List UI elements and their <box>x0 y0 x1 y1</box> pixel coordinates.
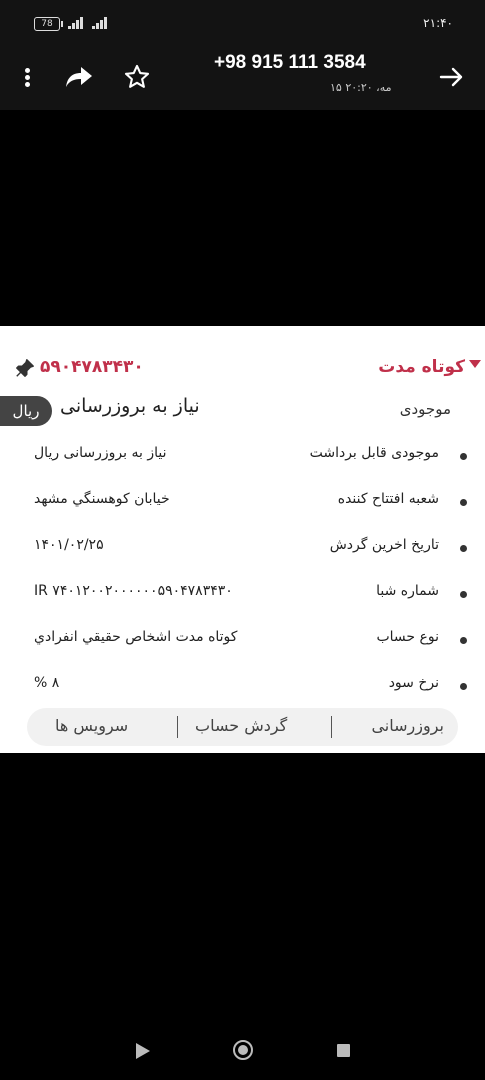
detail-row: تاریخ اخرین گردش ۱۴۰۱/۰۲/۲۵ <box>0 533 485 563</box>
detail-row: شعبه افتتاح کننده خيابان کوهسنگي مشهد <box>0 487 485 517</box>
action-tabs: بروزرسانی گردش حساب سرویس ها <box>27 708 458 746</box>
bullet-icon <box>460 637 467 644</box>
balance-label: موجودی <box>399 400 451 418</box>
star-outline-icon[interactable] <box>123 63 151 91</box>
account-type[interactable]: کوتاه مدت <box>378 357 465 377</box>
signal-icon <box>92 17 107 29</box>
bullet-icon <box>460 499 467 506</box>
detail-row: شماره شبا IR ۷۴۰۱۲۰۰۲۰۰۰۰۰۰۵۹۰۴۷۸۳۴۳۰ <box>0 579 485 609</box>
detail-row: موجودی قابل برداشت نیاز به بروزرسانی ریا… <box>0 441 485 471</box>
signal-icon <box>68 17 83 29</box>
arrow-back-icon[interactable] <box>436 62 466 92</box>
pin-icon[interactable] <box>14 357 36 379</box>
detail-row: نرخ سود % ۸ <box>0 671 485 701</box>
detail-value: خيابان کوهسنگي مشهد <box>34 491 170 507</box>
balance-value: نیاز به بروزرسانی <box>60 395 200 417</box>
detail-label: نرخ سود <box>388 675 439 691</box>
detail-value: کوتاه مدت اشخاص حقيقي انفرادي <box>34 629 238 645</box>
message-date-time: ۱۵ مه، ۲۰:۲۰ <box>330 81 392 94</box>
nav-back-icon[interactable] <box>136 1043 150 1059</box>
detail-label: تاریخ اخرین گردش <box>329 537 439 553</box>
nav-recents-icon[interactable] <box>337 1044 350 1057</box>
app-bar: +98 915 111 3584 ۱۵ مه، ۲۰:۲۰ <box>0 46 485 110</box>
status-bar: 78 ۲۱:۴۰ <box>0 0 485 46</box>
detail-value: IR ۷۴۰۱۲۰۰۲۰۰۰۰۰۰۵۹۰۴۷۸۳۴۳۰ <box>34 583 233 599</box>
status-time: ۲۱:۴۰ <box>423 16 453 30</box>
account-card: کوتاه مدت ۵۹۰۴۷۸۳۴۳۰ موجودی ریال نیاز به… <box>0 326 485 753</box>
tab-refresh[interactable]: بروزرسانی <box>371 716 444 735</box>
battery-icon: 78 <box>34 17 63 31</box>
detail-value: ۱۴۰۱/۰۲/۲۵ <box>34 537 104 553</box>
tab-services[interactable]: سرویس ها <box>55 716 128 735</box>
currency-badge: ریال <box>0 396 52 426</box>
divider <box>331 716 332 738</box>
nav-home-icon[interactable] <box>233 1040 253 1060</box>
detail-label: شعبه افتتاح کننده <box>337 491 439 507</box>
more-vert-icon[interactable] <box>20 66 34 90</box>
bullet-icon <box>460 453 467 460</box>
detail-value: % ۸ <box>34 675 60 691</box>
detail-label: شماره شبا <box>376 583 439 599</box>
detail-label: نوع حساب <box>376 629 439 645</box>
detail-value: نیاز به بروزرسانی ریال <box>34 445 167 461</box>
tab-account-turnover[interactable]: گردش حساب <box>195 716 287 735</box>
system-nav-bar <box>0 1020 485 1080</box>
forward-icon[interactable] <box>64 64 94 90</box>
caret-down-icon[interactable] <box>469 360 481 368</box>
battery-level: 78 <box>41 19 53 29</box>
detail-label: موجودی قابل برداشت <box>309 445 439 461</box>
bullet-icon <box>460 683 467 690</box>
account-number: ۵۹۰۴۷۸۳۴۳۰ <box>40 357 144 377</box>
bullet-icon <box>460 545 467 552</box>
detail-row: نوع حساب کوتاه مدت اشخاص حقيقي انفرادي <box>0 625 485 655</box>
divider <box>177 716 178 738</box>
contact-phone-number: +98 915 111 3584 <box>214 52 366 73</box>
bullet-icon <box>460 591 467 598</box>
